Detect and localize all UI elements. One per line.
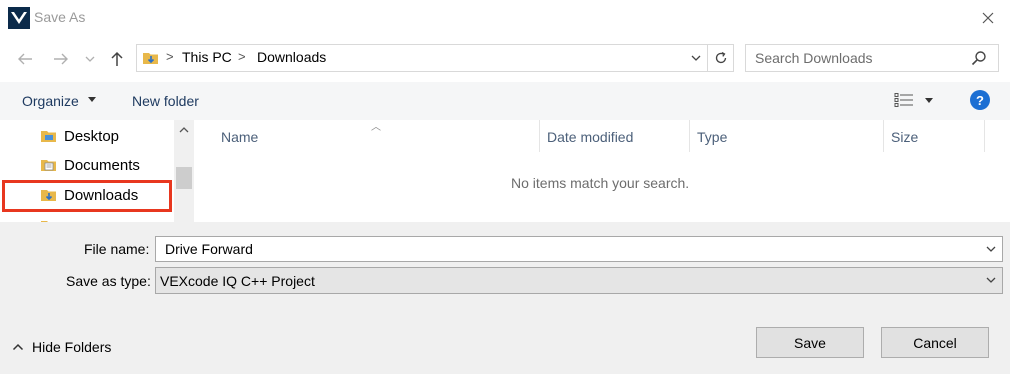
scrollbar-thumb[interactable] bbox=[176, 167, 192, 189]
file-name-input[interactable] bbox=[155, 236, 1003, 262]
up-arrow-icon bbox=[111, 51, 123, 66]
search-icon[interactable] bbox=[970, 49, 988, 67]
empty-list-message: No items match your search. bbox=[511, 175, 690, 191]
sidebar-item-label: Desktop bbox=[64, 127, 120, 145]
vexcode-app-icon bbox=[8, 7, 30, 29]
breadcrumb-separator: > bbox=[238, 49, 246, 64]
column-header-name[interactable]: Name bbox=[221, 129, 258, 145]
recent-locations-button[interactable] bbox=[82, 48, 98, 70]
back-button[interactable] bbox=[14, 48, 36, 70]
sidebar-item-partial[interactable] bbox=[40, 212, 64, 222]
save-button[interactable]: Save bbox=[756, 327, 864, 358]
sidebar-item-documents[interactable]: Documents bbox=[40, 151, 140, 179]
close-button[interactable] bbox=[966, 0, 1010, 36]
column-header-type[interactable]: Type bbox=[697, 129, 727, 145]
documents-folder-icon bbox=[41, 160, 56, 171]
file-name-dropdown-button[interactable] bbox=[984, 242, 998, 256]
scroll-up-button[interactable] bbox=[176, 124, 192, 136]
breadcrumb-this-pc[interactable]: This PC bbox=[182, 49, 232, 65]
address-dropdown-button[interactable] bbox=[688, 50, 704, 66]
chevron-up-icon bbox=[12, 343, 24, 351]
dropdown-arrow-icon bbox=[88, 97, 96, 102]
forward-arrow-icon bbox=[54, 53, 68, 65]
back-arrow-icon bbox=[18, 53, 32, 65]
desktop-folder-icon bbox=[41, 131, 56, 142]
save-as-type-dropdown-button[interactable] bbox=[984, 273, 998, 287]
cancel-button[interactable]: Cancel bbox=[881, 327, 989, 358]
help-icon[interactable]: ? bbox=[970, 90, 990, 110]
organize-menu-button[interactable]: Organize bbox=[22, 93, 79, 109]
column-divider[interactable] bbox=[984, 120, 985, 152]
column-divider[interactable] bbox=[689, 120, 690, 152]
chevron-down-icon bbox=[986, 246, 996, 252]
breadcrumb-separator: > bbox=[166, 49, 174, 64]
hide-folders-label: Hide Folders bbox=[32, 339, 112, 355]
column-divider[interactable] bbox=[539, 120, 540, 152]
save-as-type-label: Save as type: bbox=[66, 273, 151, 289]
view-dropdown-arrow-icon[interactable] bbox=[925, 98, 933, 103]
column-header-size[interactable]: Size bbox=[891, 129, 918, 145]
refresh-icon bbox=[715, 51, 726, 64]
file-name-value[interactable]: Drive Forward bbox=[165, 241, 253, 257]
save-as-type-value[interactable]: VEXcode IQ C++ Project bbox=[160, 273, 315, 289]
view-options-icon[interactable] bbox=[894, 92, 914, 108]
column-header-date-modified[interactable]: Date modified bbox=[547, 129, 633, 145]
chevron-down-icon bbox=[986, 277, 996, 283]
search-placeholder: Search Downloads bbox=[755, 50, 873, 66]
sort-ascending-icon: ︿ bbox=[371, 122, 381, 133]
close-icon bbox=[982, 12, 994, 24]
up-button[interactable] bbox=[106, 48, 128, 70]
breadcrumb-downloads[interactable]: Downloads bbox=[257, 49, 326, 65]
selection-highlight-box bbox=[2, 180, 172, 212]
forward-button[interactable] bbox=[50, 48, 72, 70]
window-title: Save As bbox=[34, 9, 86, 25]
sidebar-item-desktop[interactable]: Desktop bbox=[40, 122, 119, 150]
column-divider[interactable] bbox=[883, 120, 884, 152]
chevron-up-icon bbox=[179, 127, 189, 133]
refresh-button[interactable] bbox=[708, 44, 734, 72]
file-name-label: File name: bbox=[84, 241, 150, 257]
downloads-folder-icon bbox=[143, 53, 158, 64]
sidebar-item-label: Documents bbox=[64, 156, 140, 174]
new-folder-button[interactable]: New folder bbox=[132, 93, 199, 109]
hide-folders-button[interactable]: Hide Folders bbox=[12, 339, 111, 355]
chevron-down-icon bbox=[85, 56, 95, 62]
chevron-down-icon bbox=[691, 55, 701, 61]
title-bar bbox=[0, 0, 1010, 36]
